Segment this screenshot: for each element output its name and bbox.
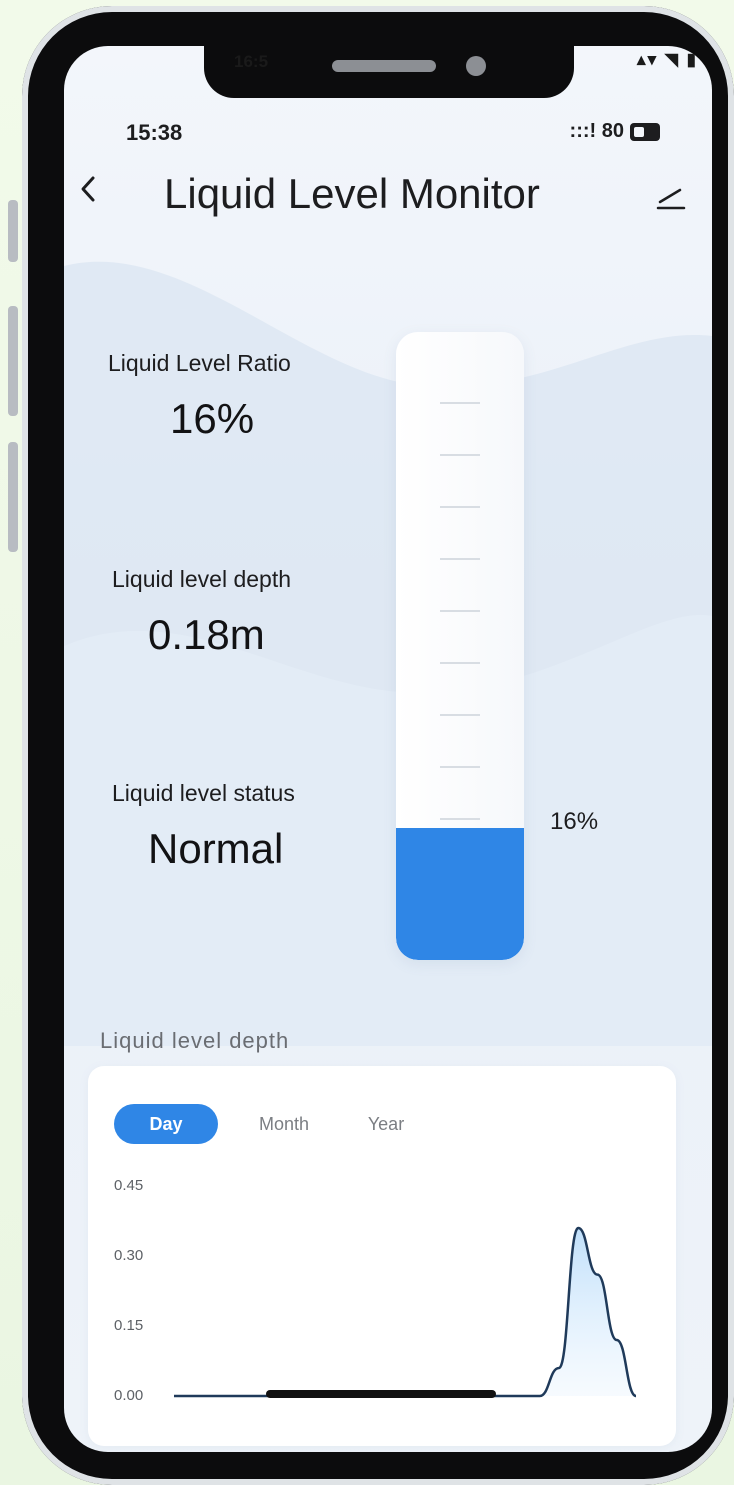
depth-metric: Liquid level depth 0.18m [112,566,362,659]
outer-status-icons: ▴▾ ◥ ▮ [637,50,698,69]
speaker-grille [332,60,436,72]
phone-mockup: 16:5 ▴▾ ◥ ▮ 15:38 :::! 80 Liquid Level M… [0,0,734,1485]
status-metric: Liquid level status Normal [112,780,362,873]
tank-tick [440,610,480,612]
signal-indicator: :::! 80 [569,120,624,142]
tank-tick [440,402,480,404]
tank-tick [440,766,480,768]
tank-tick [440,662,480,664]
app-header: Liquid Level Monitor [64,164,712,228]
tank-level-label: 16% [550,808,599,835]
depth-line-chart [173,1226,637,1398]
outer-status-left: 16:5 [234,52,269,71]
back-button[interactable] [78,174,98,213]
status-icons: :::! 80 [570,120,660,143]
depth-label: Liquid level depth [112,566,292,592]
ratio-value: 16% [170,395,255,442]
tank-tick [440,506,480,508]
volume-up-button [8,200,18,262]
tank-tick [440,714,480,716]
status-time: 15:38 [126,120,183,145]
edit-button[interactable] [654,178,688,212]
liquid-fill [396,828,524,960]
app-screen: 16:5 ▴▾ ◥ ▮ 15:38 :::! 80 Liquid Level M… [64,46,712,1452]
front-camera [466,56,486,76]
home-indicator [266,1390,496,1398]
liquid-tank-gauge [396,332,524,960]
volume-down-button [8,306,18,416]
phone-notch: 16:5 [204,46,574,98]
edit-icon [656,188,686,210]
battery-icon [630,122,660,141]
side-button [8,442,18,552]
ratio-label: Liquid Level Ratio [108,350,291,376]
tank-tick [440,454,480,456]
history-section-title: Liquid level depth [100,1028,290,1053]
depth-value: 0.18m [148,611,265,658]
status-value: Normal [148,825,284,872]
page-title: Liquid Level Monitor [164,170,540,217]
tank-tick [440,818,480,820]
depth-chart-card: Day Month Year 0.45 0.30 0.15 0.00 [88,1066,676,1446]
chevron-left-icon [81,176,95,202]
tank-tick [440,558,480,560]
ratio-metric: Liquid Level Ratio 16% [108,350,358,443]
status-label: Liquid level status [112,780,295,806]
